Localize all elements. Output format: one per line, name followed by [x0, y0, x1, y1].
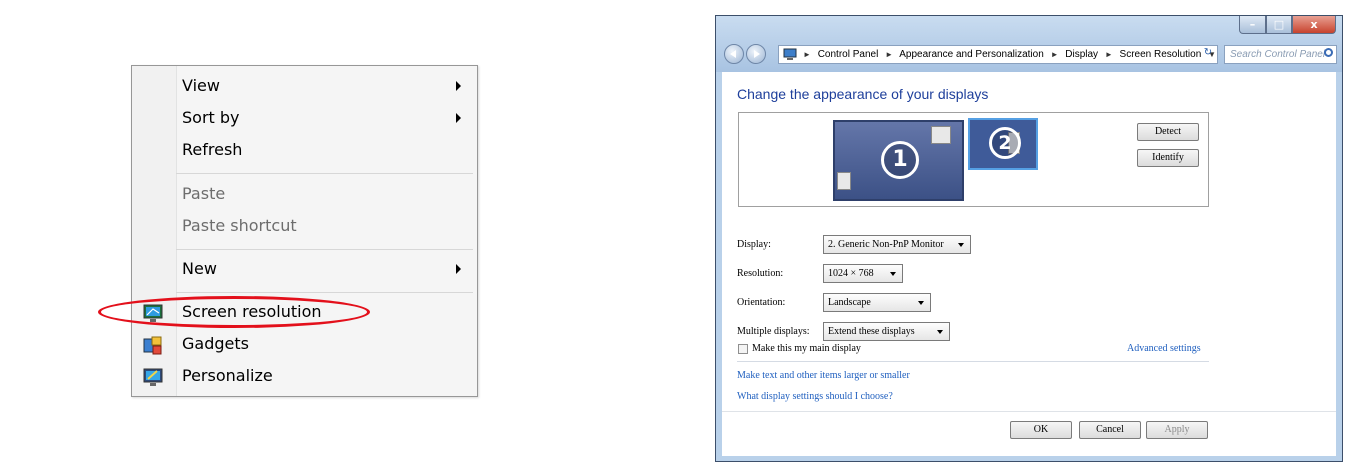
menu-item-label: Paste — [182, 184, 226, 203]
resolution-select-value: 1024 × 768 — [828, 268, 874, 279]
orientation-label: Orientation: — [737, 297, 786, 308]
monitor-2[interactable]: 2 — [968, 118, 1038, 170]
multiple-displays-select[interactable]: Extend these displays — [823, 322, 950, 341]
display-label: Display: — [737, 239, 771, 250]
menu-item-gadgets[interactable]: Gadgets — [176, 330, 475, 360]
chevron-down-icon — [937, 330, 943, 334]
multiple-displays-label: Multiple displays: — [737, 326, 810, 337]
chevron-down-icon — [918, 301, 924, 305]
display-arrangement-preview: 1 2 Detect Identify — [738, 112, 1209, 207]
breadcrumb-item[interactable]: Appearance and Personalization — [899, 49, 1044, 60]
chevron-down-icon — [890, 272, 896, 276]
main-display-checkbox[interactable] — [738, 344, 748, 354]
menu-item-sort-by[interactable]: Sort by — [176, 104, 475, 134]
menu-item-label: Sort by — [182, 108, 240, 127]
menu-item-label: Screen resolution — [182, 302, 322, 321]
minimize-button[interactable]: – — [1239, 16, 1266, 34]
control-panel-icon — [783, 48, 797, 60]
menu-separator — [176, 292, 473, 293]
monitor-number-badge: 1 — [881, 141, 919, 179]
advanced-settings-link[interactable]: Advanced settings — [1127, 343, 1201, 354]
orientation-select-value: Landscape — [828, 297, 871, 308]
title-bar: – □ x ► Control Panel ► Appearance and P… — [716, 16, 1342, 72]
resolution-select[interactable]: 1024 × 768 — [823, 264, 903, 283]
monitor-number-badge: 2 — [989, 127, 1021, 159]
personalize-icon — [143, 368, 163, 386]
back-button[interactable] — [724, 44, 744, 64]
breadcrumb: ► Control Panel ► Appearance and Persona… — [803, 49, 1220, 60]
menu-separator — [176, 173, 473, 174]
menu-item-personalize[interactable]: Personalize — [176, 362, 475, 392]
back-arrow-icon — [730, 50, 736, 58]
breadcrumb-separator-icon: ► — [1104, 50, 1113, 59]
close-button[interactable]: x — [1292, 16, 1336, 34]
menu-item-paste-shortcut: Paste shortcut — [176, 212, 475, 242]
address-bar[interactable]: ► Control Panel ► Appearance and Persona… — [778, 45, 1218, 64]
gadgets-icon — [143, 336, 162, 355]
monitor-1[interactable]: 1 — [833, 120, 964, 201]
search-icon[interactable] — [1324, 48, 1333, 57]
menu-separator — [176, 249, 473, 250]
screen-resolution-window: – □ x ► Control Panel ► Appearance and P… — [715, 15, 1343, 462]
menu-item-label: View — [182, 76, 220, 95]
content-pane: Change the appearance of your displays 1… — [722, 72, 1336, 456]
breadcrumb-item[interactable]: Display — [1065, 49, 1098, 60]
maximize-button[interactable]: □ — [1266, 16, 1292, 34]
refresh-icon[interactable]: ↻ — [1201, 47, 1215, 62]
breadcrumb-separator-icon: ► — [803, 50, 811, 59]
page-title: Change the appearance of your displays — [737, 86, 989, 102]
display-settings-help-link[interactable]: What display settings should I choose? — [737, 391, 893, 402]
menu-item-paste: Paste — [176, 180, 475, 210]
menu-item-label: Gadgets — [182, 334, 249, 353]
cancel-button[interactable]: Cancel — [1079, 421, 1141, 439]
breadcrumb-item[interactable]: Screen Resolution — [1120, 49, 1202, 60]
identify-button[interactable]: Identify — [1137, 149, 1199, 167]
breadcrumb-item[interactable]: Control Panel — [818, 49, 879, 60]
minimize-icon: – — [1249, 18, 1256, 31]
submenu-arrow-icon — [456, 264, 461, 274]
mini-window-icon — [931, 126, 951, 144]
chevron-down-icon — [958, 243, 964, 247]
menu-item-screen-resolution[interactable]: Screen resolution — [176, 298, 475, 328]
submenu-arrow-icon — [456, 113, 461, 123]
apply-button[interactable]: Apply — [1146, 421, 1208, 439]
breadcrumb-separator-icon: ► — [1050, 50, 1059, 59]
menu-item-label: Paste shortcut — [182, 216, 297, 235]
submenu-arrow-icon — [456, 81, 461, 91]
forward-arrow-icon — [754, 50, 760, 58]
resolution-label: Resolution: — [737, 268, 784, 279]
breadcrumb-separator-icon: ► — [885, 50, 893, 59]
main-display-label: Make this my main display — [752, 343, 861, 354]
monitor-icon — [143, 304, 163, 322]
menu-item-new[interactable]: New — [176, 255, 475, 285]
display-select[interactable]: 2. Generic Non-PnP Monitor — [823, 235, 971, 254]
multiple-displays-select-value: Extend these displays — [828, 326, 915, 337]
search-placeholder: Search Control Panel — [1230, 49, 1326, 60]
window-controls: – □ x — [1239, 16, 1336, 34]
dialog-footer: OK Cancel Apply — [722, 411, 1336, 456]
ok-button[interactable]: OK — [1010, 421, 1072, 439]
close-icon: x — [1310, 18, 1318, 31]
detect-button[interactable]: Detect — [1137, 123, 1199, 141]
divider — [737, 361, 1209, 362]
text-size-link[interactable]: Make text and other items larger or smal… — [737, 370, 910, 381]
display-select-value: 2. Generic Non-PnP Monitor — [828, 239, 944, 250]
menu-item-label: Refresh — [182, 140, 243, 159]
menu-item-refresh[interactable]: Refresh — [176, 136, 475, 166]
mini-window-icon — [837, 172, 851, 190]
maximize-icon: □ — [1273, 18, 1285, 31]
menu-item-label: New — [182, 259, 217, 278]
orientation-select[interactable]: Landscape — [823, 293, 931, 312]
desktop-context-menu: View Sort by Refresh Paste Paste shortcu… — [131, 65, 478, 397]
search-input[interactable]: Search Control Panel — [1224, 45, 1337, 64]
forward-button[interactable] — [746, 44, 766, 64]
menu-item-view[interactable]: View — [176, 72, 475, 102]
menu-item-label: Personalize — [182, 366, 273, 385]
